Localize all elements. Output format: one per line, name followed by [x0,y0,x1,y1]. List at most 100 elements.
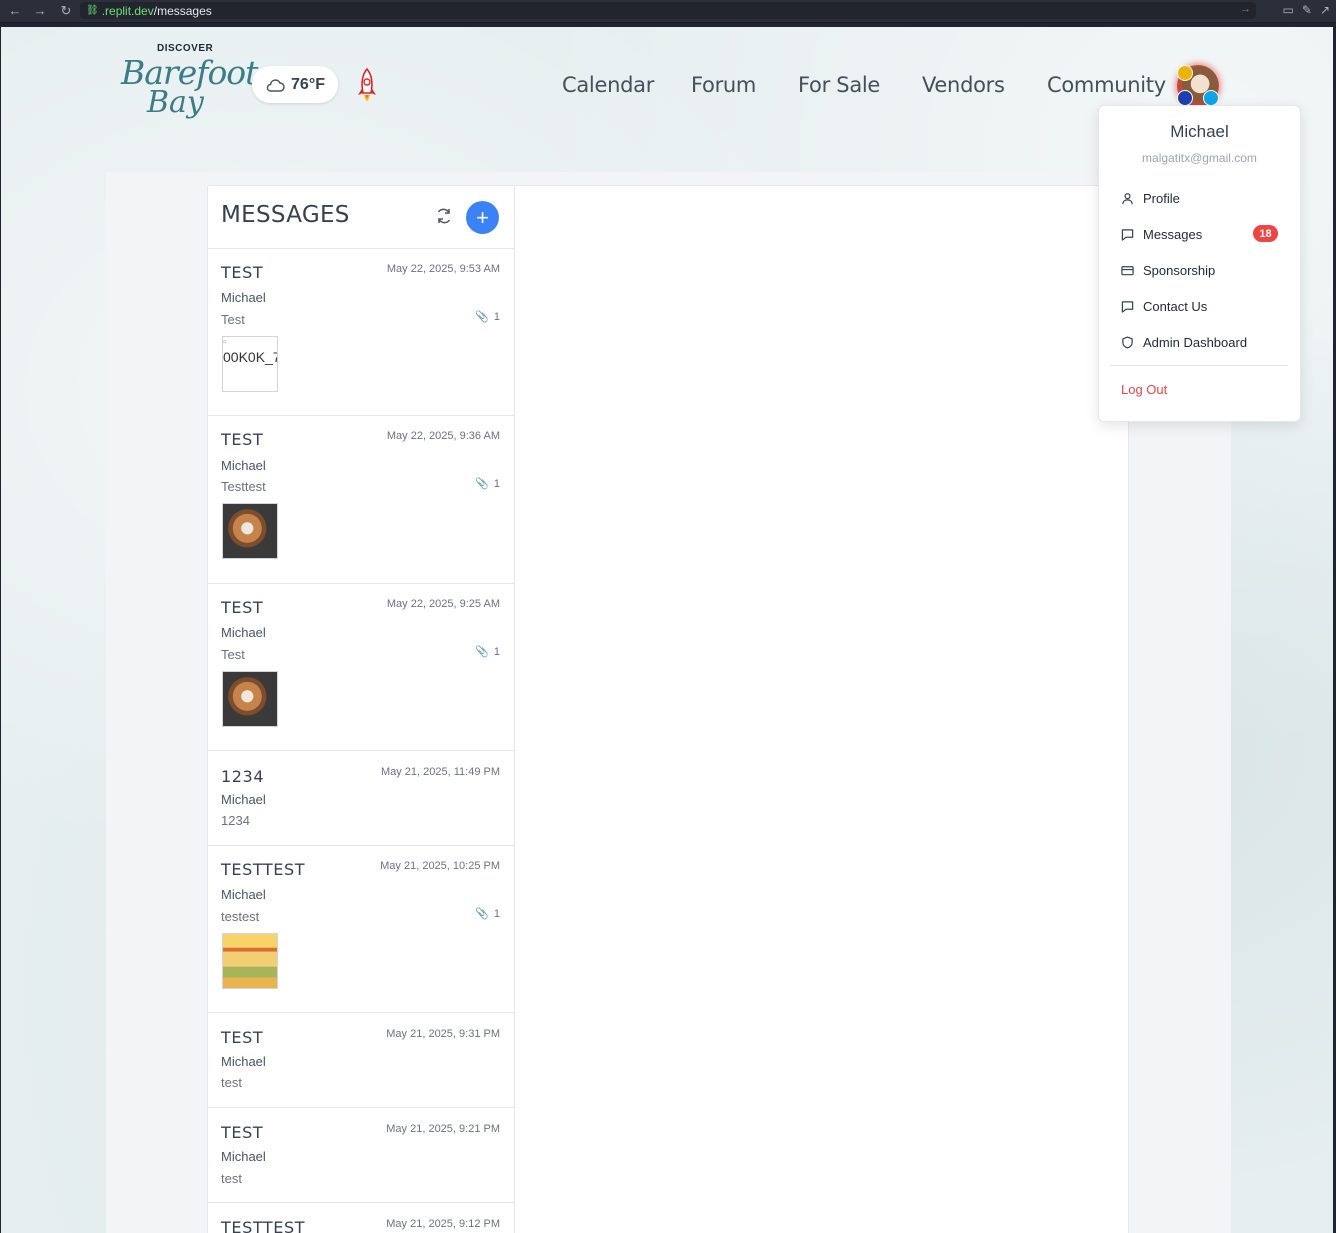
message-date: May 22, 2025, 9:25 AM [386,598,500,610]
attachment-count: 📎 1 [475,477,500,491]
badge-blue-icon [1177,90,1193,106]
page-title: MESSAGES [221,202,350,228]
list-item[interactable]: TEST May 22, 2025, 9:25 AM Michael Test … [208,584,514,751]
weather-widget[interactable]: 76°F [252,66,338,103]
devtools-icon[interactable]: ✎ [1302,3,1312,17]
paperclip-icon: 📎 [475,646,489,658]
attachment-thumbnail[interactable] [222,933,278,989]
messages-panel: MESSAGES + TEST May 22, 2025, 9:53 AM Mi… [207,185,1129,1233]
list-item[interactable]: TESTTEST May 21, 2025, 10:25 PM Michael … [208,846,514,1013]
nav-community[interactable]: Community [1047,73,1166,97]
message-subject: 1234 [221,767,265,786]
shield-icon [1122,336,1133,349]
message-subject: TESTTEST [221,860,306,879]
nav-calendar[interactable]: Calendar [562,73,654,97]
logout-button[interactable]: Log Out [1121,382,1167,397]
message-subject: TEST [221,598,264,617]
user-email: malgatitx@gmail.com [1142,151,1257,165]
address-bar[interactable]: ⛓ .replit.dev /messages [80,2,1256,19]
messages-count-badge: 18 [1253,225,1278,242]
message-icon [1121,301,1134,313]
paperclip-icon: 📎 [475,908,489,920]
list-item[interactable]: TEST May 22, 2025, 9:36 AM Michael Testt… [208,416,514,584]
attachment-thumbnail[interactable] [222,671,278,727]
badge-globe-icon [1203,90,1219,106]
external-link-icon[interactable]: ↗ [1320,3,1330,17]
message-sender: Michael [221,887,266,902]
back-icon[interactable]: ← [5,3,25,18]
menu-item-messages[interactable]: Messages [1121,227,1202,242]
message-preview: Test [221,312,245,327]
message-list-header: MESSAGES + [208,186,514,249]
message-sender: Michael [221,1054,266,1069]
url-domain: .replit.dev [101,3,154,18]
url-path: /messages [153,3,212,18]
card-icon [1121,266,1134,276]
user-avatar[interactable] [1177,65,1219,107]
list-item[interactable]: 1234 May 21, 2025, 11:49 PM Michael 1234 [208,751,514,846]
message-preview: test [221,1171,242,1186]
paperclip-icon: 📎 [475,311,489,323]
attachment-count: 📎 1 [475,645,500,659]
message-date: May 21, 2025, 11:49 PM [380,766,500,778]
refresh-icon[interactable] [434,206,454,226]
menu-item-contact-us[interactable]: Contact Us [1121,299,1207,314]
message-list[interactable]: MESSAGES + TEST May 22, 2025, 9:53 AM Mi… [208,186,515,1233]
message-subject: TEST [221,430,264,449]
message-preview: Testtest [221,479,266,494]
message-date: May 22, 2025, 9:53 AM [386,263,500,275]
weather-temp: 76°F [291,75,325,93]
menu-divider [1110,365,1288,366]
paperclip-icon: 📎 [475,478,489,490]
go-icon[interactable]: → [1240,3,1251,15]
list-item[interactable]: TEST May 22, 2025, 9:53 AM Michael Test … [208,249,514,416]
message-sender: Michael [221,625,266,640]
reload-icon[interactable]: ↻ [56,3,76,19]
message-subject: TESTTEST [221,1218,306,1233]
message-subject: TEST [221,1028,264,1047]
message-date: May 21, 2025, 9:31 PM [386,1028,500,1040]
nav-forum[interactable]: Forum [691,73,756,97]
message-sender: Michael [221,792,266,807]
attachment-thumbnail[interactable] [222,503,278,559]
message-sender: Michael [221,1149,266,1164]
attachment-count: 📎 1 [475,907,500,921]
attachment-count: 📎 1 [475,310,500,324]
message-date: May 21, 2025, 10:25 PM [380,860,500,872]
badge-gold-icon [1177,65,1193,81]
message-preview: 1234 [221,813,250,828]
new-message-button[interactable]: + [466,201,499,234]
user-menu-dropdown: Michael malgatitx@gmail.com Profile Mess… [1098,105,1301,422]
menu-item-admin-dashboard[interactable]: Admin Dashboard [1121,335,1247,350]
message-sender: Michael [221,290,266,305]
list-item[interactable]: TEST May 21, 2025, 9:21 PM Michael test [208,1108,514,1203]
forward-icon[interactable]: → [30,3,50,18]
rocket-icon[interactable] [355,67,379,109]
message-preview: test [221,1075,242,1090]
page: DISCOVER Barefoot Bay 76°F Calendar Foru… [1,27,1333,1233]
list-item[interactable]: TEST May 21, 2025, 9:31 PM Michael test [208,1013,514,1108]
message-date: May 21, 2025, 9:12 PM [386,1218,500,1230]
menu-item-sponsorship[interactable]: Sponsorship [1121,263,1215,278]
broken-image-icon: ▫ [223,337,227,348]
message-date: May 22, 2025, 9:36 AM [386,430,500,442]
link-icon: ⛓ [86,5,99,16]
user-name: Michael [1170,122,1229,141]
message-sender: Michael [221,458,266,473]
list-item[interactable]: TESTTEST May 21, 2025, 9:12 PM [208,1203,514,1233]
cloud-icon [266,78,285,92]
message-subject: TEST [221,1123,264,1142]
browser-toolbar: ← → ↻ ⛓ .replit.dev /messages → ▭ ✎ ↗ [0,0,1336,23]
site-logo[interactable]: DISCOVER Barefoot Bay [119,41,258,121]
nav-vendors[interactable]: Vendors [922,73,1005,97]
device-icon[interactable]: ▭ [1283,3,1294,17]
message-preview: Test [221,647,245,662]
message-preview: testest [221,909,260,924]
attachment-thumbnail[interactable]: ▫ 00K0K_7 [222,336,278,392]
plus-icon: + [476,204,489,230]
nav-for-sale[interactable]: For Sale [798,73,880,97]
message-icon [1121,229,1134,241]
message-date: May 21, 2025, 9:21 PM [386,1123,500,1135]
menu-item-profile[interactable]: Profile [1121,191,1180,206]
user-icon [1122,193,1133,205]
